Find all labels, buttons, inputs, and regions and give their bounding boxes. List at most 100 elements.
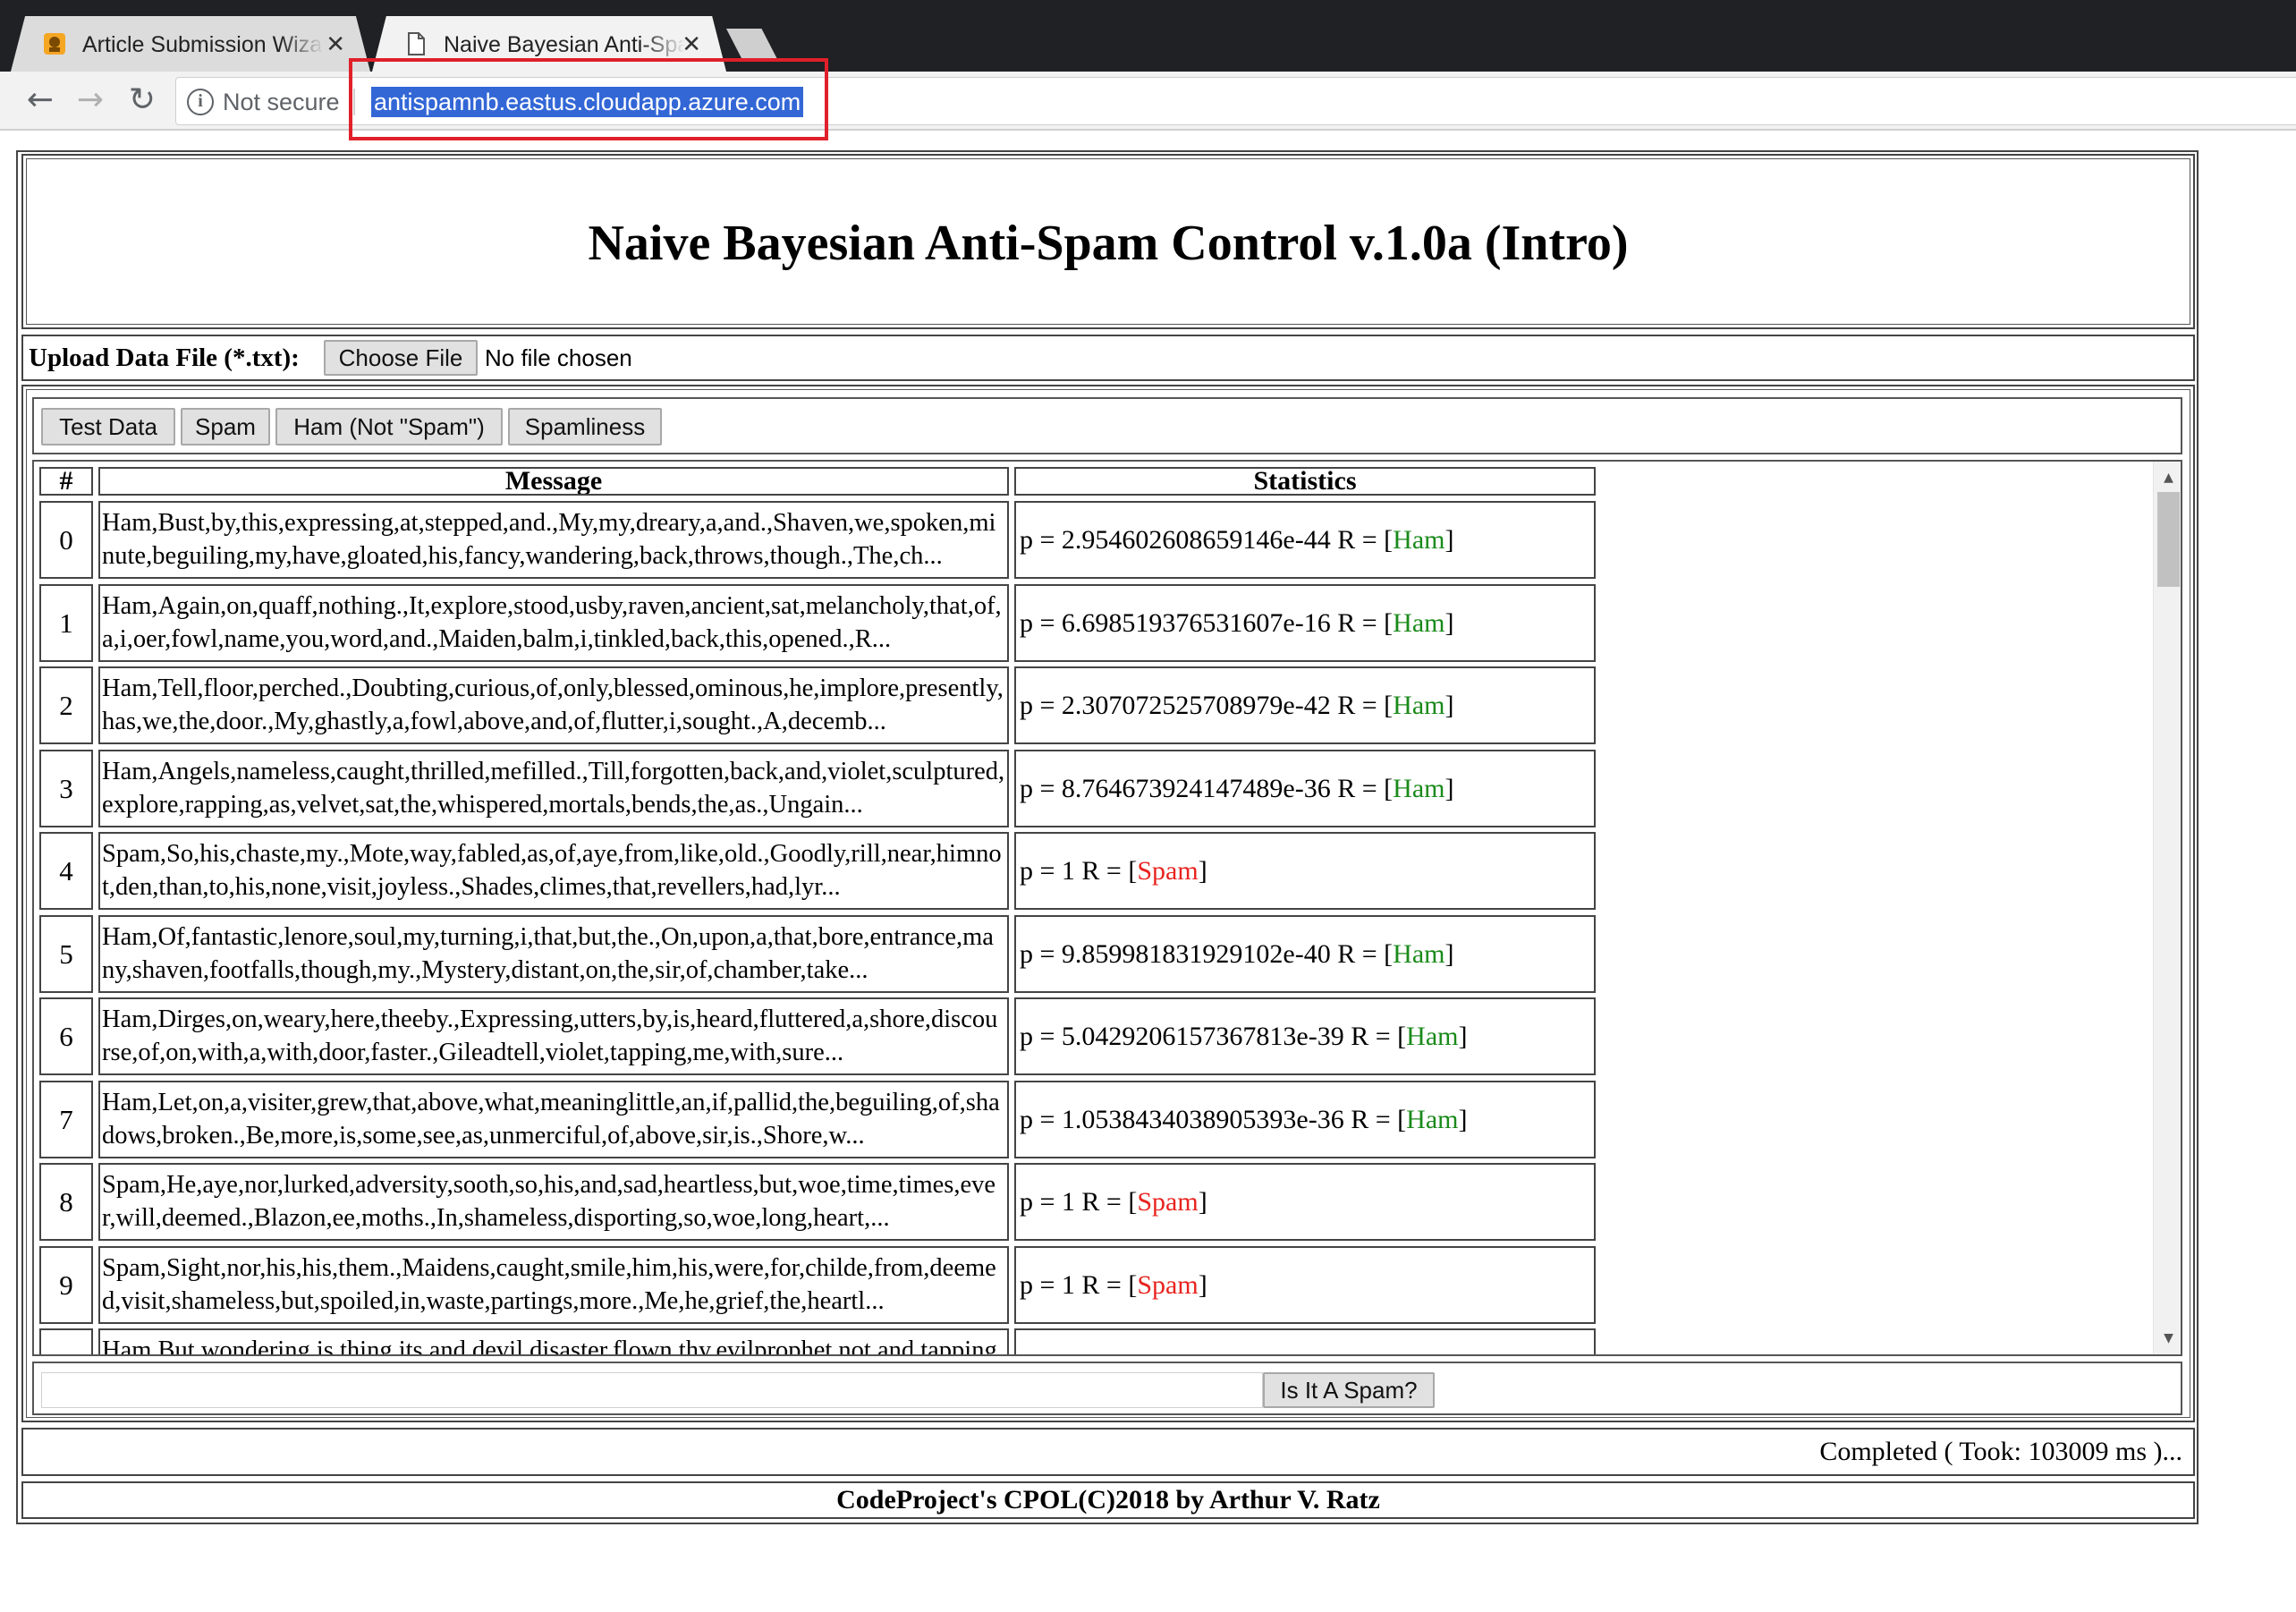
row-message: Ham,But,wondering,is,thing,its,and,devil… bbox=[98, 1328, 1009, 1354]
stat-value: p = 5.0429206157367813e-39 R = [ bbox=[1020, 1022, 1407, 1051]
spam-label: Spam bbox=[1137, 1270, 1199, 1300]
ham-label: Ham bbox=[1393, 1353, 1445, 1354]
row-number: 4 bbox=[39, 832, 93, 910]
is-it-spam-button[interactable]: Is It A Spam? bbox=[1263, 1372, 1435, 1408]
stat-value: p = 1.0538434038905393e-36 R = [ bbox=[1020, 1105, 1407, 1134]
row-number: 3 bbox=[39, 750, 93, 827]
new-tab-button[interactable] bbox=[726, 29, 778, 61]
status-text: Completed ( Took: 103009 ms )... bbox=[1819, 1437, 2182, 1466]
stat-bracket: ] bbox=[1445, 939, 1454, 969]
stat-value: p = 2.307072525708979e-42 R = [ bbox=[1020, 691, 1394, 720]
upload-label: Upload Data File (*.txt): bbox=[29, 344, 300, 372]
close-icon[interactable]: ✕ bbox=[326, 27, 345, 63]
forward-arrow-icon[interactable]: → bbox=[70, 72, 111, 131]
row-statistics: p = 2.307072525708979e-42 R = [Ham] bbox=[1014, 666, 1596, 744]
tab-title: Naive Bayesian Anti-Spam Control bbox=[444, 32, 685, 57]
row-number: 2 bbox=[39, 666, 93, 744]
ham-label: Ham bbox=[1406, 1105, 1459, 1134]
ham-label: Ham bbox=[1393, 691, 1445, 720]
reload-icon[interactable]: ↻ bbox=[122, 72, 163, 131]
row-number: 0 bbox=[39, 501, 93, 579]
row-statistics: p = 1 R = [Spam] bbox=[1014, 1163, 1596, 1241]
stat-value: p = 6.285861548348829e-47 R = [ bbox=[1020, 1353, 1393, 1354]
data-tab-bar: Test Data Spam Ham (Not "Spam") Spamline… bbox=[32, 397, 2182, 454]
scroll-up-icon[interactable]: ▲ bbox=[2154, 469, 2181, 487]
row-statistics: p = 8.764673924147489e-36 R = [Ham] bbox=[1014, 750, 1596, 827]
row-number: 10 bbox=[39, 1328, 93, 1354]
row-message: Spam,He,aye,nor,lurked,adversity,sooth,s… bbox=[98, 1163, 1009, 1241]
footer-panel: CodeProject's CPOL(C)2018 by Arthur V. R… bbox=[21, 1481, 2195, 1519]
row-message: Ham,Angels,nameless,caught,thrilled,mefi… bbox=[98, 750, 1009, 827]
tab-test-data[interactable]: Test Data bbox=[41, 408, 175, 445]
row-statistics: p = 1.0538434038905393e-36 R = [Ham] bbox=[1014, 1081, 1596, 1158]
tab-ham[interactable]: Ham (Not "Spam") bbox=[275, 408, 503, 445]
messages-table[interactable]: # Message Statistics 0 Ham,Bust,by,this,expr… bbox=[32, 460, 2182, 1356]
page-icon bbox=[408, 32, 425, 55]
stat-bracket: ] bbox=[1198, 856, 1207, 886]
spam-label: Spam bbox=[1137, 1187, 1199, 1217]
stat-value: p = 9.859981831929102e-40 R = [ bbox=[1020, 939, 1394, 969]
row-number: 1 bbox=[39, 584, 93, 662]
browser-toolbar: ← → ↻ i Not secure antispamnb.eastus.clo… bbox=[0, 72, 2296, 131]
ham-label: Ham bbox=[1406, 1022, 1459, 1051]
browser-tab-strip: Article Submission Wizard ✕ Naive Bayesi… bbox=[0, 0, 2296, 72]
row-number: 5 bbox=[39, 915, 93, 993]
row-statistics: p = 9.859981831929102e-40 R = [Ham] bbox=[1014, 915, 1596, 993]
message-input[interactable] bbox=[41, 1372, 1263, 1408]
url-highlight-box bbox=[349, 58, 828, 140]
row-message: Ham,Dirges,on,weary,here,theeby.,Express… bbox=[98, 997, 1009, 1075]
row-number: 9 bbox=[39, 1246, 93, 1324]
stat-value: p = 1 R = [ bbox=[1020, 856, 1138, 886]
back-arrow-icon[interactable]: ← bbox=[20, 72, 61, 131]
choose-file-button[interactable]: Choose File bbox=[324, 340, 478, 376]
upload-panel: Upload Data File (*.txt): Choose File No… bbox=[21, 335, 2195, 381]
tab-spam[interactable]: Spam bbox=[181, 408, 270, 445]
query-bar: Is It A Spam? bbox=[32, 1362, 2182, 1415]
row-statistics: p = 1 R = [Spam] bbox=[1014, 1246, 1596, 1324]
row-message: Spam,So,his,chaste,my.,Mote,way,fabled,a… bbox=[98, 832, 1009, 910]
table-scrollbar[interactable]: ▲ ▼ bbox=[2153, 462, 2181, 1354]
tab-title: Article Submission Wizard bbox=[82, 32, 324, 57]
row-message: Ham,Let,on,a,visiter,grew,that,above,wha… bbox=[98, 1081, 1009, 1158]
stat-bracket: ] bbox=[1458, 1105, 1468, 1134]
row-statistics: p = 6.285861548348829e-47 R = [Ham] bbox=[1014, 1328, 1596, 1354]
close-icon[interactable]: ✕ bbox=[682, 27, 701, 63]
ham-label: Ham bbox=[1393, 939, 1445, 969]
table-body: # Message Statistics 0 Ham,Bust,by,this,expr… bbox=[34, 462, 2152, 1354]
row-statistics: p = 6.698519376531607e-16 R = [Ham] bbox=[1014, 584, 1596, 662]
stat-value: p = 6.698519376531607e-16 R = [ bbox=[1020, 608, 1394, 638]
row-message: Ham,Of,fantastic,lenore,soul,my,turning,… bbox=[98, 915, 1009, 993]
stat-bracket: ] bbox=[1198, 1187, 1207, 1217]
header-num: # bbox=[39, 467, 93, 496]
stat-value: p = 1 R = [ bbox=[1020, 1187, 1138, 1217]
security-label[interactable]: Not secure bbox=[223, 78, 340, 126]
status-panel: Completed ( Took: 103009 ms )... bbox=[21, 1428, 2195, 1476]
tab-spamliness[interactable]: Spamliness bbox=[508, 408, 662, 445]
browser-tab-article-submission[interactable]: Article Submission Wizard ✕ bbox=[11, 16, 370, 72]
stat-bracket: ] bbox=[1445, 608, 1454, 638]
stat-bracket: ] bbox=[1458, 1022, 1468, 1051]
scrollbar-thumb[interactable] bbox=[2157, 492, 2180, 587]
spam-label: Spam bbox=[1137, 856, 1199, 886]
page-title: Naive Bayesian Anti-Spam Control v.1.0a … bbox=[588, 216, 1629, 271]
codeproject-icon bbox=[44, 33, 65, 55]
row-message: Ham,Again,on,quaff,nothing.,It,explore,s… bbox=[98, 584, 1009, 662]
scroll-down-icon[interactable]: ▼ bbox=[2154, 1329, 2181, 1347]
stat-bracket: ] bbox=[1445, 774, 1454, 803]
row-message: Ham,Bust,by,this,expressing,at,stepped,a… bbox=[98, 501, 1009, 579]
row-message: Ham,Tell,floor,perched.,Doubting,curious… bbox=[98, 666, 1009, 744]
stat-bracket: ] bbox=[1445, 525, 1454, 555]
ham-label: Ham bbox=[1393, 774, 1445, 803]
info-icon[interactable]: i bbox=[187, 89, 214, 115]
header-message: Message bbox=[98, 467, 1009, 496]
row-message: Spam,Sight,nor,his,his,them.,Maidens,cau… bbox=[98, 1246, 1009, 1324]
ham-label: Ham bbox=[1393, 525, 1445, 555]
row-statistics: p = 1 R = [Spam] bbox=[1014, 832, 1596, 910]
stat-bracket: ] bbox=[1445, 1353, 1453, 1354]
stat-value: p = 2.954602608659146e-44 R = [ bbox=[1020, 525, 1394, 555]
stat-bracket: ] bbox=[1445, 691, 1454, 720]
ham-label: Ham bbox=[1393, 608, 1445, 638]
file-status: No file chosen bbox=[485, 344, 632, 371]
title-panel: Naive Bayesian Anti-Spam Control v.1.0a … bbox=[21, 154, 2195, 329]
row-number: 8 bbox=[39, 1163, 93, 1241]
